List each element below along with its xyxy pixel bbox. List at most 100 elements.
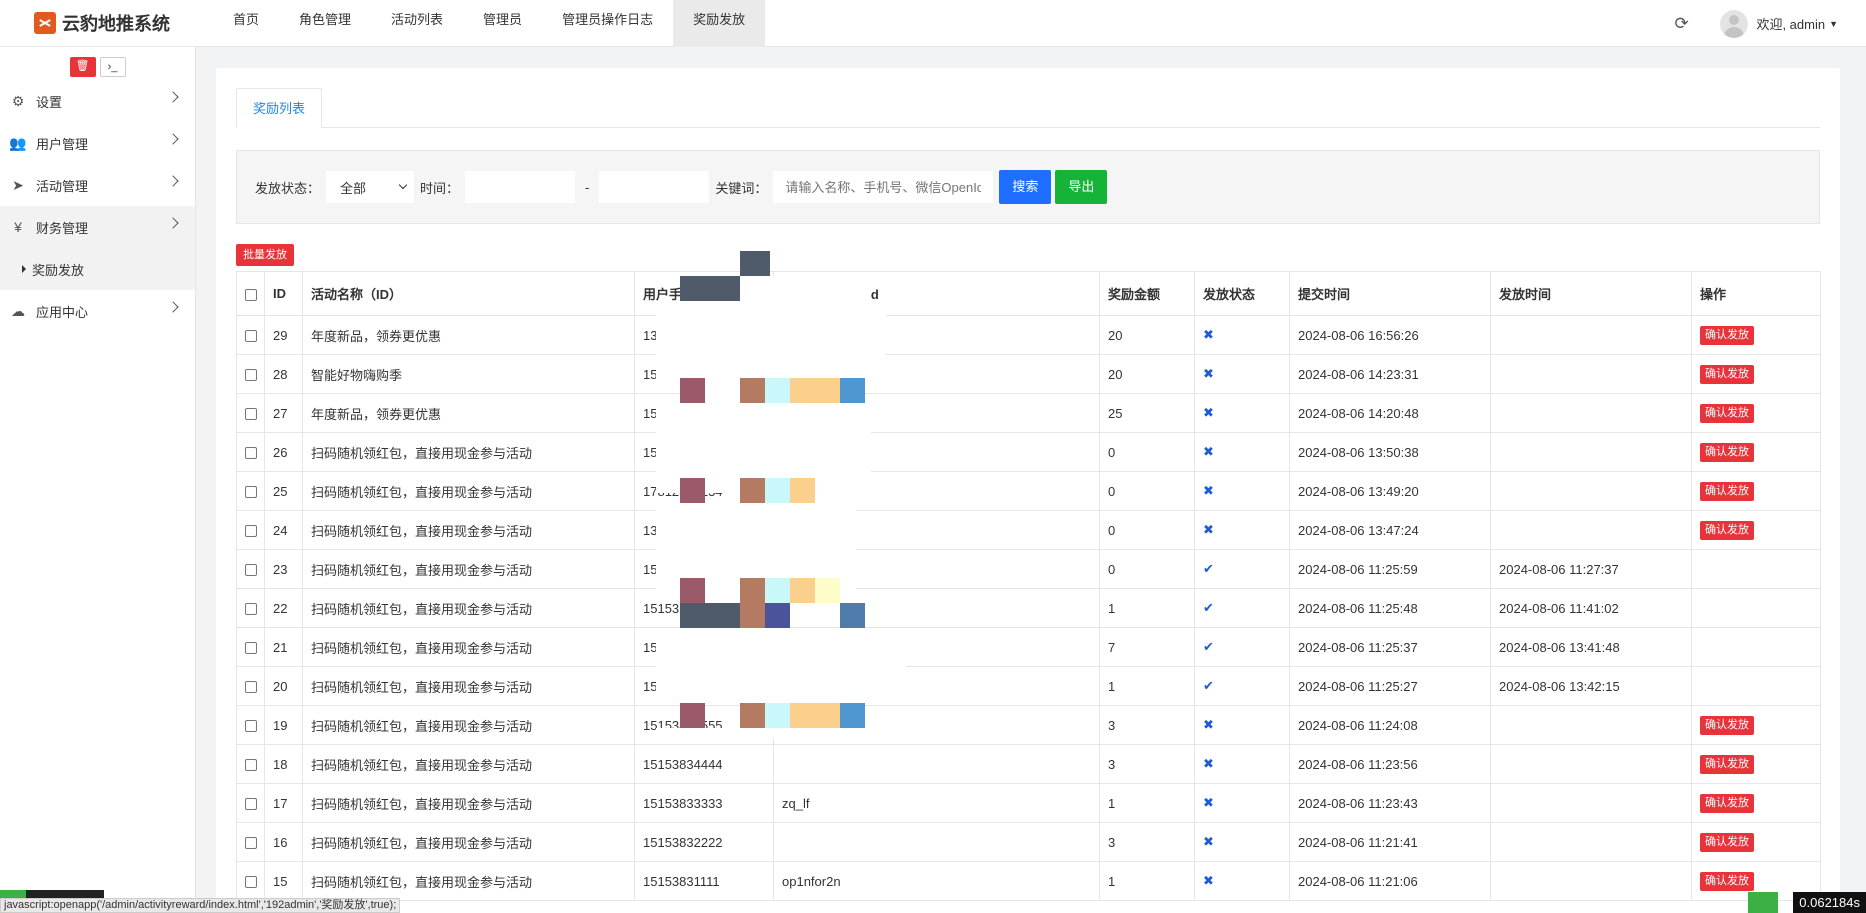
avatar[interactable]: [1720, 9, 1749, 38]
confirm-issue-button[interactable]: 确认发放: [1700, 442, 1754, 462]
row-checkbox[interactable]: [245, 837, 257, 850]
cell-action: 确认发放: [1691, 471, 1821, 511]
mosaic-block: [765, 578, 790, 603]
topnav-item-4[interactable]: 管理员操作日志: [542, 0, 673, 47]
cell-select: [236, 822, 265, 862]
table-row: 23扫码随机领红包，直接用现金参与活动151538399990✔2024-08-…: [236, 549, 1821, 589]
row-checkbox[interactable]: [245, 486, 257, 499]
confirm-issue-button[interactable]: 确认发放: [1700, 832, 1754, 852]
topnav-item-3[interactable]: 管理员: [463, 0, 542, 47]
cell-select: [236, 627, 265, 667]
search-button[interactable]: 搜索: [999, 170, 1052, 204]
cell-action: [1691, 588, 1821, 628]
cell-status: ✖: [1194, 354, 1290, 394]
trash-button[interactable]: 🗑: [69, 56, 96, 77]
cell-submit-time: 2024-08-06 11:23:43: [1289, 783, 1491, 823]
cell-issued-time: 2024-08-06 13:41:48: [1490, 627, 1692, 667]
cell-issued-time: [1490, 861, 1692, 901]
confirm-issue-button[interactable]: 确认发放: [1700, 403, 1754, 423]
row-checkbox[interactable]: [245, 798, 257, 811]
row-checkbox[interactable]: [245, 681, 257, 694]
export-button[interactable]: 导出: [1055, 170, 1108, 204]
sidebar-subitem-reward[interactable]: 奖励发放: [0, 248, 195, 290]
row-checkbox[interactable]: [245, 525, 257, 538]
caret-down-icon[interactable]: ▼: [1829, 19, 1838, 29]
chevron-right-icon: [167, 175, 179, 187]
app-logo[interactable]: 云豹地推系统: [34, 10, 170, 36]
cell-status: ✖: [1194, 510, 1290, 550]
cell-issued-time: [1490, 432, 1692, 472]
cell-submit-time: 2024-08-06 11:25:59: [1289, 549, 1491, 589]
cell-issued-time: [1490, 354, 1692, 394]
cell-amount: 1: [1099, 588, 1195, 628]
row-checkbox[interactable]: [245, 759, 257, 772]
cell-status: ✖: [1194, 315, 1290, 355]
cell-submit-time: 2024-08-06 13:49:20: [1289, 471, 1491, 511]
confirm-issue-button[interactable]: 确认发放: [1700, 364, 1754, 384]
confirm-issue-button[interactable]: 确认发放: [1700, 325, 1754, 345]
terminal-button[interactable]: ›_: [99, 56, 126, 77]
cell-status: ✖: [1194, 822, 1290, 862]
sidebar-tools: 🗑 ›_: [0, 47, 195, 80]
cell-amount: 7: [1099, 627, 1195, 667]
cell-openid: [773, 822, 1100, 862]
select-all-checkbox[interactable]: [245, 288, 257, 301]
cell-id: 24: [264, 510, 303, 550]
sidebar-item-3[interactable]: ¥ 财务管理: [0, 206, 195, 248]
sidebar-item-4[interactable]: ☁ 应用中心: [0, 290, 195, 332]
tab-reward-list[interactable]: 奖励列表: [236, 88, 323, 128]
topnav-item-1[interactable]: 角色管理: [279, 0, 371, 47]
cell-openid: zq_lf: [773, 783, 1100, 823]
topnav-item-5[interactable]: 奖励发放: [673, 0, 766, 47]
row-checkbox[interactable]: [245, 720, 257, 733]
cell-amount: 20: [1099, 354, 1195, 394]
row-checkbox[interactable]: [245, 603, 257, 616]
confirm-issue-button[interactable]: 确认发放: [1700, 793, 1754, 813]
topnav-item-0[interactable]: 首页: [213, 0, 279, 47]
mosaic-block: [840, 703, 865, 728]
keyword-input[interactable]: [773, 171, 994, 203]
row-checkbox[interactable]: [245, 447, 257, 460]
end-time-input[interactable]: [599, 171, 710, 203]
cell-phone: 15153831111: [634, 861, 774, 901]
check-icon: ✔: [1203, 678, 1214, 693]
confirm-issue-button[interactable]: 确认发放: [1700, 871, 1754, 891]
cell-status: ✖: [1194, 861, 1290, 901]
confirm-issue-button[interactable]: 确认发放: [1700, 481, 1754, 501]
cell-id: 15: [264, 861, 303, 901]
row-checkbox[interactable]: [245, 408, 257, 421]
cell-issued-time: [1490, 705, 1692, 745]
cell-amount: 3: [1099, 705, 1195, 745]
status-select[interactable]: 全部: [326, 171, 415, 203]
confirm-issue-button[interactable]: 确认发放: [1700, 754, 1754, 774]
row-checkbox[interactable]: [245, 876, 257, 889]
confirm-issue-button[interactable]: 确认发放: [1700, 715, 1754, 735]
chevron-right-icon: [167, 133, 179, 145]
cross-icon: ✖: [1203, 756, 1214, 771]
cell-select: [236, 393, 265, 433]
cell-submit-time: 2024-08-06 11:25:48: [1289, 588, 1491, 628]
cell-action: 确认发放: [1691, 744, 1821, 784]
sidebar-item-2[interactable]: ➤ 活动管理: [0, 164, 195, 206]
cross-icon: ✖: [1203, 717, 1214, 732]
row-checkbox[interactable]: [245, 369, 257, 382]
mosaic-block: [740, 578, 765, 603]
cell-select: [236, 471, 265, 511]
batch-issue-button[interactable]: 批量发放: [236, 244, 294, 266]
refresh-icon[interactable]: ⟳: [1674, 15, 1690, 32]
sidebar-item-0[interactable]: ⚙ 设置: [0, 80, 195, 122]
topnav-item-2[interactable]: 活动列表: [371, 0, 463, 47]
users-icon: 👥: [9, 134, 27, 151]
start-time-input[interactable]: [465, 171, 576, 203]
welcome-text[interactable]: 欢迎, admin: [1756, 14, 1825, 33]
cross-icon: ✖: [1203, 444, 1214, 459]
cell-id: 25: [264, 471, 303, 511]
cell-activity-name: 扫码随机领红包，直接用现金参与活动: [302, 822, 635, 862]
cross-icon: ✖: [1203, 522, 1214, 537]
sidebar-item-1[interactable]: 👥 用户管理: [0, 122, 195, 164]
row-checkbox[interactable]: [245, 330, 257, 343]
row-checkbox[interactable]: [245, 642, 257, 655]
confirm-issue-button[interactable]: 确认发放: [1700, 520, 1754, 540]
mosaic-block: [790, 478, 815, 503]
row-checkbox[interactable]: [245, 564, 257, 577]
